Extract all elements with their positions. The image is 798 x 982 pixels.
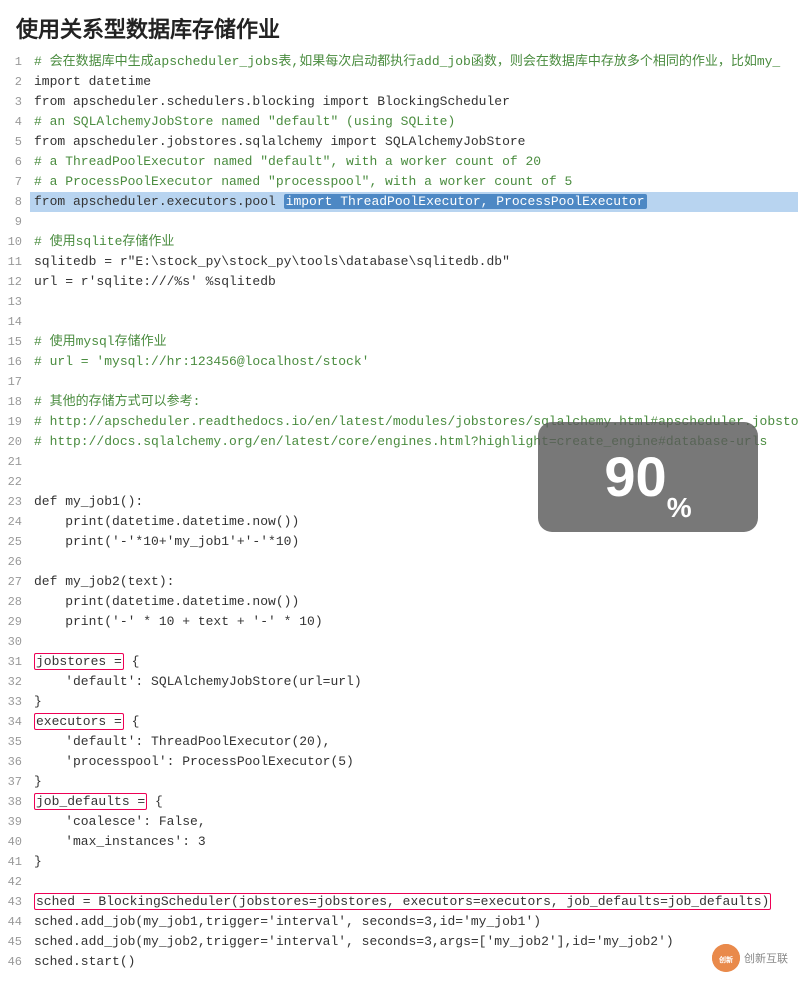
code-line-45: 45 sched.add_job(my_job2,trigger='interv… bbox=[0, 932, 798, 952]
page-title: 使用关系型数据库存储作业 bbox=[0, 0, 798, 52]
code-line-9: 9 bbox=[0, 212, 798, 232]
code-line-42: 42 bbox=[0, 872, 798, 892]
code-line-18: 18 # 其他的存储方式可以参考: bbox=[0, 392, 798, 412]
code-line-38: 38 job_defaults = { bbox=[0, 792, 798, 812]
code-line-39: 39 'coalesce': False, bbox=[0, 812, 798, 832]
code-line-40: 40 'max_instances': 3 bbox=[0, 832, 798, 852]
watermark-logo: 创新 bbox=[712, 944, 740, 972]
code-line-28: 28 print(datetime.datetime.now()) bbox=[0, 592, 798, 612]
code-line-16: 16 # url = 'mysql://hr:123456@localhost/… bbox=[0, 352, 798, 372]
code-line-41: 41 } bbox=[0, 852, 798, 872]
code-line-12: 12 url = r'sqlite:///%s' %sqlitedb bbox=[0, 272, 798, 292]
code-line-6: 6 # a ThreadPoolExecutor named "default"… bbox=[0, 152, 798, 172]
code-line-13: 13 bbox=[0, 292, 798, 312]
code-line-3: 3 from apscheduler.schedulers.blocking i… bbox=[0, 92, 798, 112]
code-line-10: 10 # 使用sqlite存储作业 bbox=[0, 232, 798, 252]
code-line-17: 17 bbox=[0, 372, 798, 392]
percent-sign: % bbox=[667, 492, 692, 524]
code-line-37: 37 } bbox=[0, 772, 798, 792]
code-line-35: 35 'default': ThreadPoolExecutor(20), bbox=[0, 732, 798, 752]
code-line-44: 44 sched.add_job(my_job1,trigger='interv… bbox=[0, 912, 798, 932]
code-line-5: 5 from apscheduler.jobstores.sqlalchemy … bbox=[0, 132, 798, 152]
svg-text:创新: 创新 bbox=[718, 955, 733, 964]
code-line-2: 2 import datetime bbox=[0, 72, 798, 92]
code-line-26: 26 bbox=[0, 552, 798, 572]
code-line-25: 25 print('-'*10+'my_job1'+'-'*10) bbox=[0, 532, 798, 552]
watermark-text: 创新互联 bbox=[744, 950, 788, 966]
code-line-27: 27 def my_job2(text): bbox=[0, 572, 798, 592]
watermark: 创新 创新互联 bbox=[712, 944, 788, 972]
code-line-11: 11 sqlitedb = r"E:\stock_py\stock_py\too… bbox=[0, 252, 798, 272]
code-line-43: 43 sched = BlockingScheduler(jobstores=j… bbox=[0, 892, 798, 912]
percent-badge: 90 % bbox=[538, 422, 758, 532]
code-line-29: 29 print('-' * 10 + text + '-' * 10) bbox=[0, 612, 798, 632]
code-area: 1 # 会在数据库中生成apscheduler_jobs表,如果每次启动都执行a… bbox=[0, 52, 798, 982]
code-line-31: 31 jobstores = { bbox=[0, 652, 798, 672]
percent-value: 90 bbox=[604, 449, 666, 505]
code-line-32: 32 'default': SQLAlchemyJobStore(url=url… bbox=[0, 672, 798, 692]
code-line-36: 36 'processpool': ProcessPoolExecutor(5) bbox=[0, 752, 798, 772]
code-line-1: 1 # 会在数据库中生成apscheduler_jobs表,如果每次启动都执行a… bbox=[0, 52, 798, 72]
code-line-14: 14 bbox=[0, 312, 798, 332]
code-line-46: 46 sched.start() bbox=[0, 952, 798, 972]
code-line-4: 4 # an SQLAlchemyJobStore named "default… bbox=[0, 112, 798, 132]
code-line-15: 15 # 使用mysql存储作业 bbox=[0, 332, 798, 352]
code-line-33: 33 } bbox=[0, 692, 798, 712]
code-line-30: 30 bbox=[0, 632, 798, 652]
code-line-7: 7 # a ProcessPoolExecutor named "process… bbox=[0, 172, 798, 192]
code-line-8: 8 from apscheduler.executors.pool import… bbox=[0, 192, 798, 212]
code-line-34: 34 executors = { bbox=[0, 712, 798, 732]
